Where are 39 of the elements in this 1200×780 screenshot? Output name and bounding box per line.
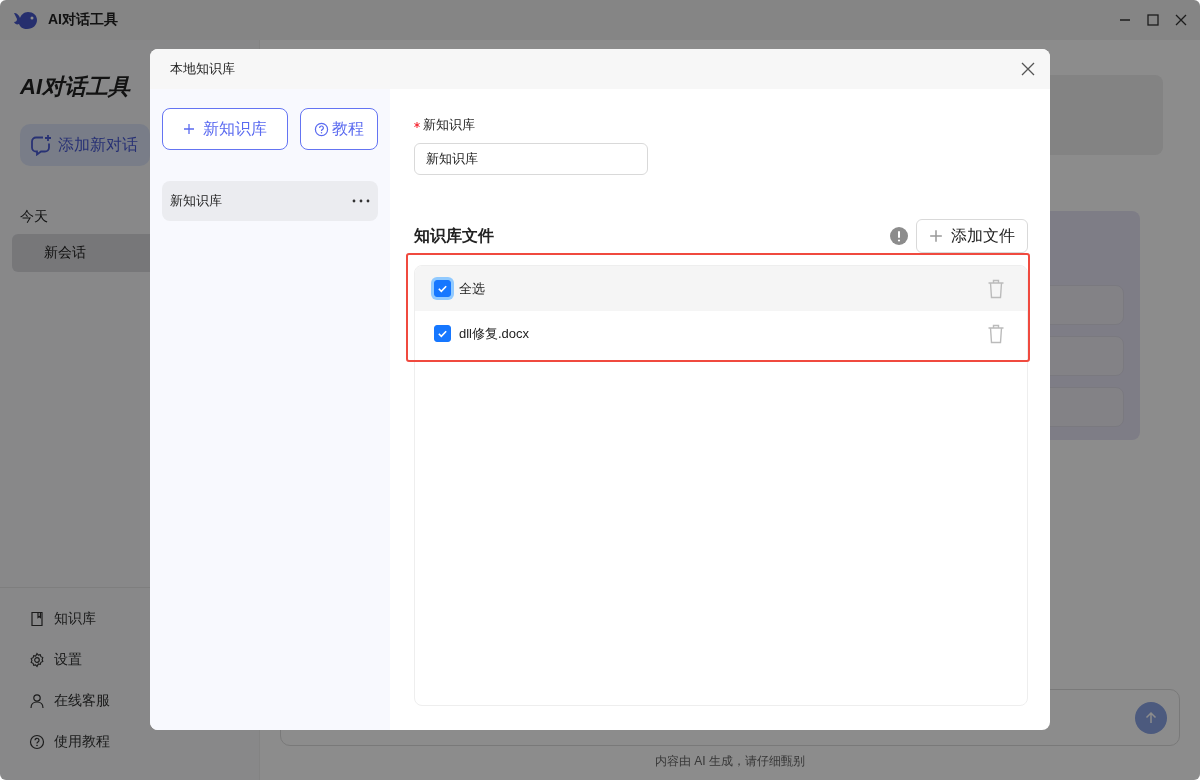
- disclaimer-text: 内容由 AI 生成，请仔细甄别: [654, 753, 806, 770]
- new-chat-button[interactable]: 添加新对话: [20, 124, 150, 166]
- field-label: 新知识库: [423, 116, 475, 134]
- dialog-title: 本地知识库: [170, 60, 236, 78]
- menu-item[interactable]: 在线客服: [54, 691, 110, 710]
- close-icon[interactable]: [1174, 13, 1188, 27]
- settings-icon: [29, 651, 45, 668]
- more-icon[interactable]: [352, 199, 370, 203]
- menu-item[interactable]: 使用教程: [54, 732, 110, 751]
- name-input-field[interactable]: 新知识库: [414, 143, 648, 175]
- check-icon: [437, 283, 448, 294]
- new-knowledge-base-button[interactable]: 新知识库: [162, 108, 288, 150]
- book-icon: [29, 610, 45, 627]
- chat-add-icon: [30, 134, 52, 156]
- select-all-label: 全选: [459, 279, 486, 298]
- knowledge-base-item[interactable]: 新知识库: [162, 181, 378, 221]
- checkbox[interactable]: [434, 325, 451, 342]
- arrow-up-icon: [1144, 710, 1158, 725]
- plus-icon: [929, 229, 943, 243]
- tutorial-button[interactable]: 教程: [300, 108, 378, 150]
- add-file-button[interactable]: 添加文件: [916, 219, 1028, 253]
- checkbox[interactable]: [434, 280, 451, 297]
- logo-icon: [12, 9, 40, 31]
- app-brand: AI对话工具: [20, 73, 132, 101]
- info-icon[interactable]: [890, 227, 908, 245]
- maximize-icon[interactable]: [1146, 13, 1160, 27]
- user-icon: [29, 692, 45, 709]
- window-title: AI对话工具: [48, 11, 119, 29]
- file-name: dll修复.docx: [459, 324, 531, 343]
- menu-item[interactable]: 知识库: [54, 609, 96, 628]
- plus-icon: [183, 123, 195, 135]
- send-button[interactable]: [1135, 701, 1167, 734]
- help-icon: [29, 733, 45, 750]
- section-heading: 知识库文件: [414, 225, 495, 246]
- knowledge-base-name: 新知识库: [170, 192, 223, 210]
- check-icon: [437, 328, 448, 339]
- menu-item[interactable]: 设置: [54, 650, 82, 669]
- section-heading: 今天: [20, 208, 49, 226]
- help-icon: [314, 121, 329, 137]
